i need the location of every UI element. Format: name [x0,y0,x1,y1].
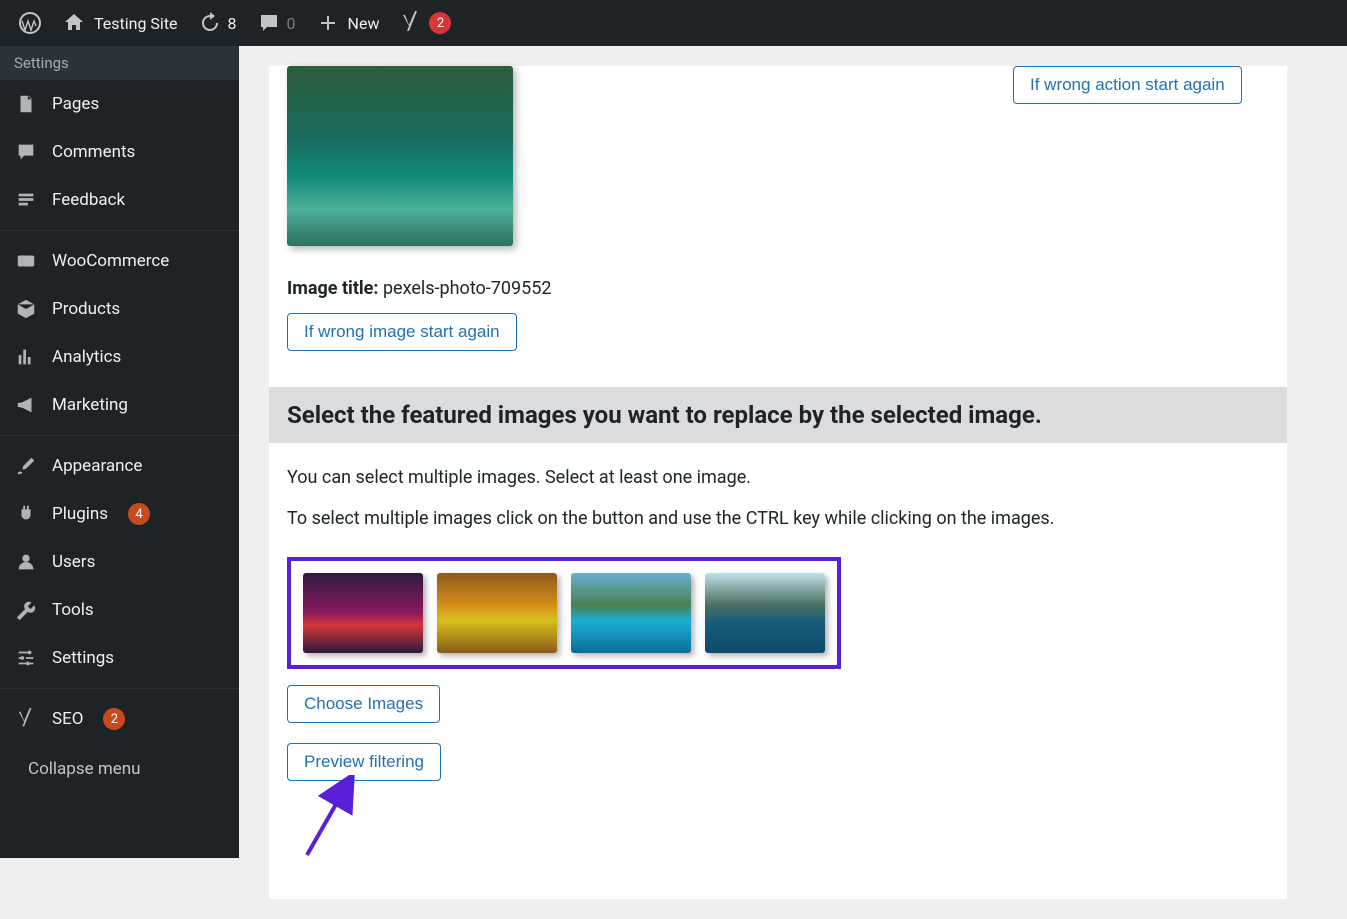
wp-logo[interactable] [8,0,52,46]
sidebar-item-comments[interactable]: Comments [0,128,239,176]
brush-icon [15,455,37,477]
box-icon [15,298,37,320]
sidebar-item-label: Comments [52,142,135,162]
image-title-row: Image title: pexels-photo-709552 [287,278,1269,299]
updates-link[interactable]: 8 [188,0,247,46]
sidebar-item-settings[interactable]: Settings [0,634,239,682]
collapse-menu[interactable]: Collapse menu [0,743,239,795]
sliders-icon [15,647,37,669]
new-label: New [348,14,380,33]
sidebar-item-label: WooCommerce [52,251,169,271]
sidebar-item-appearance[interactable]: Appearance [0,442,239,490]
sidebar-item-products[interactable]: Products [0,285,239,333]
thumbnail-image[interactable] [705,573,825,653]
comment-icon [257,11,281,35]
sidebar-item-woocommerce[interactable]: WooCommerce [0,237,239,285]
collapse-label: Collapse menu [28,759,141,779]
sidebar-item-users[interactable]: Users [0,538,239,586]
sidebar-item-label: Feedback [52,190,125,210]
comments-count: 0 [287,14,296,33]
plugins-badge: 4 [128,503,150,525]
form-icon [15,189,37,211]
new-content-link[interactable]: New [306,0,390,46]
main-content: If wrong action start again Image title:… [239,46,1347,919]
sidebar-item-settings-sub[interactable]: Settings [0,46,239,80]
admin-toolbar: Testing Site 8 0 New 2 [0,0,1347,46]
sidebar-item-label: Settings [14,54,69,72]
comments-link[interactable]: 0 [247,0,306,46]
sidebar-item-feedback[interactable]: Feedback [0,176,239,224]
choose-images-button[interactable]: Choose Images [287,685,440,723]
selected-thumbnails-box [287,557,841,669]
plug-icon [15,503,37,525]
sidebar-item-label: Analytics [52,347,121,367]
sidebar-item-label: Appearance [52,456,142,476]
comment-icon [15,141,37,163]
thumbnail-image[interactable] [571,573,691,653]
sidebar-item-pages[interactable]: Pages [0,80,239,128]
refresh-icon [198,11,222,35]
selected-image-preview [287,66,513,246]
image-title-value: pexels-photo-709552 [383,278,552,299]
seo-badge: 2 [103,708,125,730]
helper-text-2: To select multiple images click on the b… [287,508,1269,529]
wrench-icon [15,599,37,621]
admin-sidebar: Settings Pages Comments Feedback WooComm… [0,46,239,858]
annotation-arrow-icon [297,775,377,865]
wrong-action-button[interactable]: If wrong action start again [1013,66,1242,104]
home-icon [62,11,86,35]
sidebar-item-label: Pages [52,94,99,114]
yoast-link[interactable]: 2 [389,0,461,46]
helper-text-1: You can select multiple images. Select a… [287,467,1269,488]
sidebar-item-label: Settings [52,648,114,668]
plus-icon [316,11,340,35]
sidebar-item-seo[interactable]: SEO 2 [0,695,239,743]
sidebar-item-label: Products [52,299,120,319]
page-icon [15,93,37,115]
megaphone-icon [15,394,37,416]
yoast-icon [399,11,423,35]
woo-icon [15,250,37,272]
chart-icon [15,346,37,368]
thumbnail-image[interactable] [437,573,557,653]
sidebar-item-tools[interactable]: Tools [0,586,239,634]
sidebar-item-label: Tools [52,600,94,620]
sidebar-item-label: Users [52,552,95,572]
section-heading: Select the featured images you want to r… [269,387,1287,443]
wrong-image-button[interactable]: If wrong image start again [287,313,517,351]
yoast-badge: 2 [429,12,451,34]
yoast-icon [15,708,37,730]
updates-count: 8 [228,14,237,33]
sidebar-item-plugins[interactable]: Plugins 4 [0,490,239,538]
sidebar-item-label: Marketing [52,395,128,415]
sidebar-item-label: SEO [52,709,83,729]
user-icon [15,551,37,573]
sidebar-item-analytics[interactable]: Analytics [0,333,239,381]
sidebar-item-marketing[interactable]: Marketing [0,381,239,429]
image-title-label: Image title: [287,278,378,299]
sidebar-item-label: Plugins [52,504,108,524]
thumbnail-image[interactable] [303,573,423,653]
site-name-link[interactable]: Testing Site [52,0,188,46]
site-name-label: Testing Site [94,14,178,33]
